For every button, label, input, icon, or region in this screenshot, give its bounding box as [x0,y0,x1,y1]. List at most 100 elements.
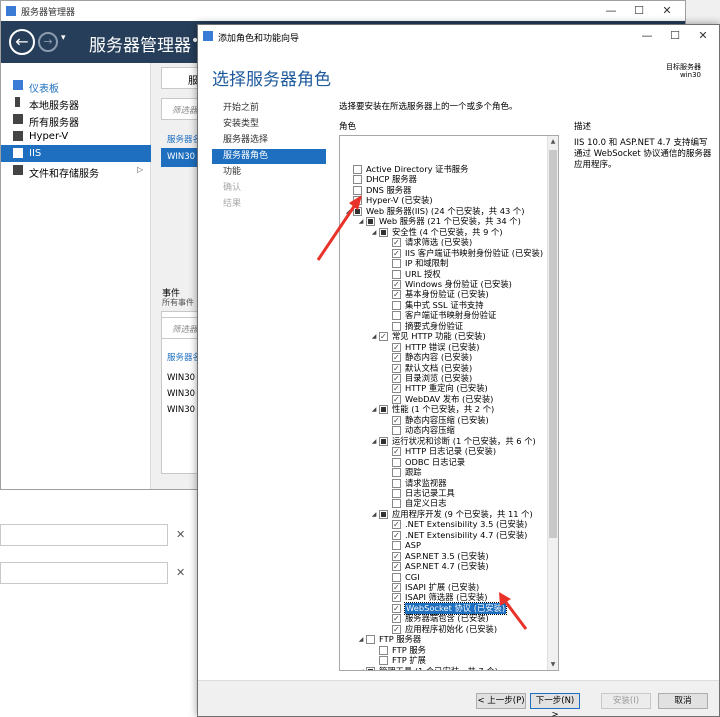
tree-item[interactable]: ISAPI 扩展 (已安装) [340,582,550,593]
role-checkbox[interactable] [353,165,362,174]
role-checkbox[interactable] [392,582,401,593]
tree-item[interactable]: CGI [340,572,550,583]
tree-item[interactable]: URL 授权 [340,269,550,280]
tree-item[interactable]: 目录浏览 (已安装) [340,373,550,384]
role-checkbox[interactable] [392,541,401,551]
tree-item[interactable]: 请求监视器 [340,478,550,489]
tree-item[interactable]: 日志记录工具 [340,488,550,499]
tree-item[interactable]: ASP [340,540,550,551]
tree-item[interactable]: ◢ 性能 (1 个已安装，共 2 个) [340,404,550,415]
back-arrow-icon[interactable]: ← [9,29,35,55]
tree-item[interactable]: ◢ FTP 服务器 [340,634,550,645]
tree-item[interactable]: DNS 服务器 [340,185,550,196]
role-checkbox[interactable] [366,666,375,670]
tree-item[interactable]: 服务器端包含 (已安装) [340,613,550,624]
table-row[interactable]: WIN30 [167,389,195,399]
role-checkbox[interactable] [392,269,401,279]
role-checkbox[interactable] [379,645,388,655]
roles-tree[interactable]: Active Directory 证书服务DHCP 服务器DNS 服务器Hype… [339,135,559,671]
sidebar-item-iis[interactable]: IIS [1,145,151,162]
sidebar-item-file-storage[interactable]: 文件和存储服务 ▷ [1,162,151,180]
column-header-server-name[interactable]: 服务器名 [167,133,201,145]
tree-item[interactable]: ◢ Web 服务器(IIS) (24 个已安装，共 43 个) [340,206,550,217]
role-checkbox[interactable] [353,206,362,216]
tree-item[interactable]: 客户端证书映射身份验证 [340,310,550,321]
role-checkbox[interactable] [392,259,401,269]
role-checkbox[interactable] [379,509,388,519]
tree-item[interactable]: 静态内容压缩 (已安装) [340,415,550,426]
role-checkbox[interactable] [392,551,401,562]
role-checkbox[interactable] [392,300,401,310]
role-checkbox[interactable] [392,426,401,436]
role-checkbox[interactable] [392,446,401,457]
scroll-thumb[interactable] [549,150,557,538]
role-checkbox[interactable] [392,289,401,300]
wizard-step-server-roles[interactable]: 服务器角色 [212,149,326,164]
tree-item[interactable]: 静态内容 (已安装) [340,352,550,363]
role-checkbox[interactable] [392,530,401,541]
expand-collapse-icon[interactable]: ◢ [370,405,378,414]
role-checkbox[interactable] [392,342,401,353]
role-checkbox[interactable] [366,217,375,227]
minimize-button[interactable]: — [597,3,625,19]
role-checkbox[interactable] [392,468,401,478]
filter-input-2[interactable]: 筛选器 [161,317,201,339]
tree-item[interactable]: 跟踪 [340,467,550,478]
sidebar-item-local-server[interactable]: 本地服务器 [1,94,151,112]
role-checkbox[interactable] [392,248,401,259]
role-checkbox[interactable] [353,175,362,185]
tree-item[interactable]: IP 和域限制 [340,258,550,269]
tree-item[interactable]: 请求筛选 (已安装) [340,237,550,248]
sidebar-item-dashboard[interactable]: 仪表板 [1,77,151,95]
expand-collapse-icon[interactable]: ◢ [370,437,378,446]
tree-item[interactable]: 应用程序初始化 (已安装) [340,624,550,635]
role-checkbox[interactable] [392,613,401,624]
tree-item-websocket[interactable]: WebSocket 协议 (已安装) [340,601,550,615]
role-checkbox[interactable] [392,499,401,509]
tree-item[interactable]: .NET Extensibility 4.7 (已安装) [340,530,550,541]
role-checkbox[interactable] [353,185,362,195]
tree-item[interactable]: Hyper-V (已安装) [340,195,550,206]
expand-collapse-icon[interactable]: ◢ [357,217,365,226]
tree-item[interactable]: Windows 身份验证 (已安装) [340,279,550,290]
scroll-down-icon[interactable]: ▼ [548,659,558,670]
tree-item[interactable]: HTTP 重定向 (已安装) [340,383,550,394]
role-checkbox[interactable] [366,635,375,645]
dialog-close-button[interactable]: ✕ [690,28,716,44]
role-checkbox[interactable] [392,488,401,498]
role-checkbox[interactable] [392,394,401,405]
dialog-minimize-button[interactable]: — [634,28,660,44]
lower-input-2[interactable] [0,562,168,584]
next-button[interactable]: 下一步(N) > [530,693,580,717]
role-checkbox[interactable] [392,383,401,394]
role-checkbox[interactable] [392,415,401,426]
wizard-step-before-you-begin[interactable]: 开始之前 [212,101,326,116]
wizard-step-features[interactable]: 功能 [212,165,326,180]
tree-item[interactable]: ISAPI 筛选器 (已安装) [340,592,550,603]
tree-item[interactable]: ◢ 管理工具 (1 个已安装，共 7 个) [340,666,550,670]
tree-item[interactable]: 摘要式身份验证 [340,321,550,332]
role-checkbox[interactable] [392,373,401,384]
clear-icon[interactable]: ✕ [176,528,185,541]
expand-collapse-icon[interactable]: ◢ [370,228,378,237]
maximize-button[interactable]: ☐ [625,3,653,19]
tree-item[interactable]: Active Directory 证书服务 [340,164,550,175]
role-checkbox[interactable] [392,592,401,603]
role-checkbox[interactable] [379,656,388,666]
tree-scrollbar[interactable]: ▲ ▼ [547,136,558,670]
role-checkbox[interactable] [392,279,401,290]
role-checkbox[interactable] [392,311,401,321]
sidebar-item-hyper-v[interactable]: Hyper-V [1,128,151,145]
forward-arrow-icon[interactable]: → [38,32,58,52]
tree-item[interactable]: HTTP 错误 (已安装) [340,342,550,353]
tree-item[interactable]: 基本身份验证 (已安装) [340,289,550,300]
role-checkbox[interactable] [392,519,401,530]
tree-item[interactable]: 默认文档 (已安装) [340,363,550,374]
role-checkbox[interactable] [353,195,362,206]
role-checkbox[interactable] [392,624,401,635]
expand-collapse-icon[interactable]: ◢ [357,667,365,670]
tree-item[interactable]: FTP 服务 [340,645,550,656]
tree-item[interactable]: ◢ 运行状况和诊断 (1 个已安装，共 6 个) [340,436,550,447]
cancel-button[interactable]: 取消 [658,693,708,709]
role-checkbox[interactable] [379,331,388,342]
